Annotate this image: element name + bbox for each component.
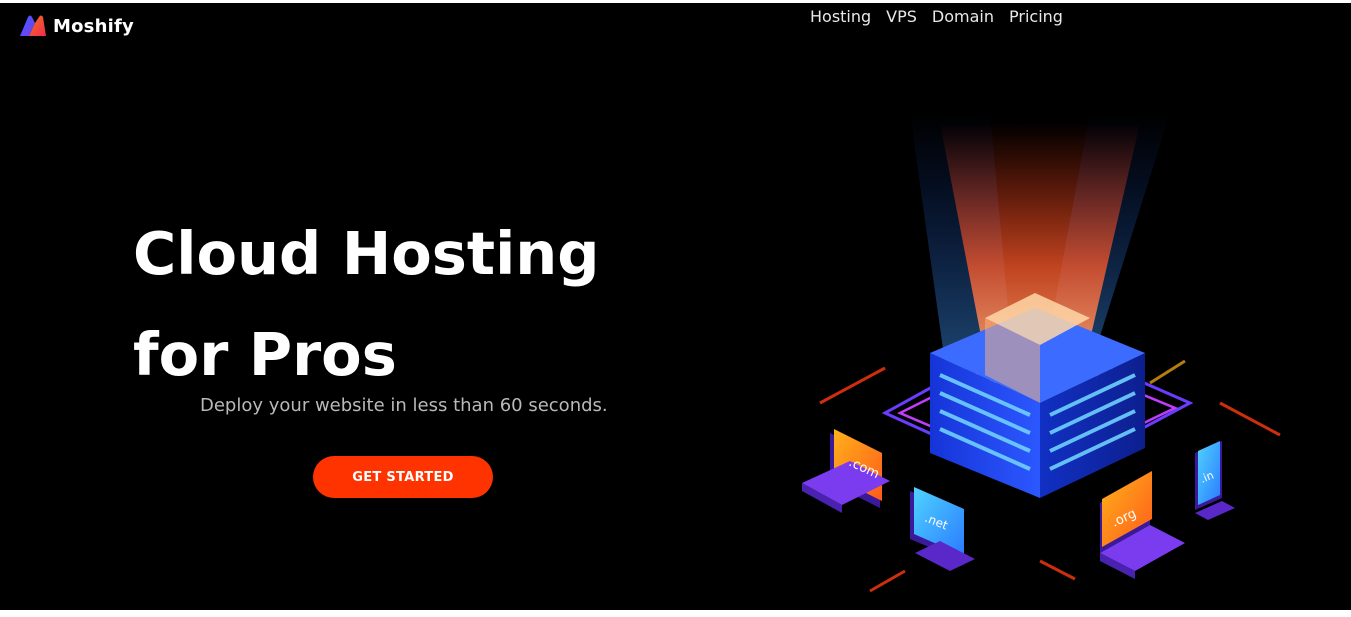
monitor-net: .net xyxy=(910,487,975,571)
nav-item-domain[interactable]: Domain xyxy=(932,7,994,26)
main-nav: Hosting VPS Domain Pricing xyxy=(810,7,1063,26)
phone-in: .in xyxy=(1195,441,1235,520)
nav-item-vps[interactable]: VPS xyxy=(886,7,917,26)
hero-title: Cloud Hosting for Pros xyxy=(133,203,600,405)
hero-title-line-1: Cloud Hosting xyxy=(133,219,600,288)
laptop-com: .com xyxy=(802,429,890,513)
get-started-button[interactable]: GET STARTED xyxy=(313,456,493,498)
nav-item-hosting[interactable]: Hosting xyxy=(810,7,871,26)
laptop-org: .org xyxy=(1100,471,1185,579)
brand-name: Moshify xyxy=(53,15,134,37)
hero-subtitle: Deploy your website in less than 60 seco… xyxy=(200,395,608,416)
hero-title-line-2: for Pros xyxy=(133,320,397,389)
cloud-hosting-illustration: .com .net .org .in xyxy=(802,113,1281,593)
brand-logo[interactable]: Moshify xyxy=(19,14,134,38)
m-logo-icon xyxy=(20,15,46,36)
nav-item-pricing[interactable]: Pricing xyxy=(1009,7,1063,26)
hero-section: Moshify Hosting VPS Domain Pricing Cloud… xyxy=(0,3,1351,610)
